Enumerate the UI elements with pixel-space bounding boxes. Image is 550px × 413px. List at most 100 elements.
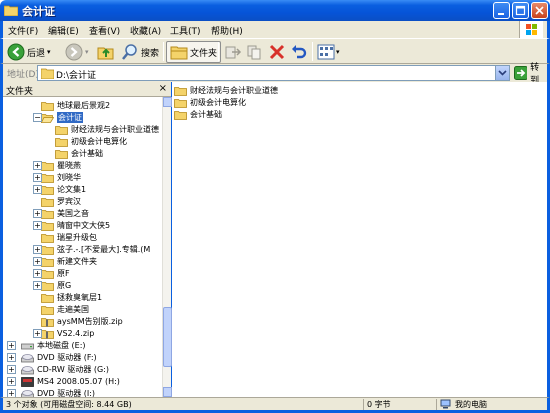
tree-item[interactable]: + VS2.4.zip: [33, 328, 94, 339]
address-label: 地址(D): [7, 70, 39, 80]
expand-icon[interactable]: +: [33, 245, 42, 254]
expand-icon[interactable]: +: [7, 341, 16, 350]
tree-item[interactable]: + CD-RW 驱动器 (G:): [7, 364, 109, 375]
folder-icon: [41, 281, 54, 291]
expand-icon[interactable]: +: [33, 269, 42, 278]
address-dropdown-button[interactable]: [495, 66, 509, 80]
windows-flag-icon: [526, 24, 537, 35]
search-button[interactable]: 搜索: [121, 41, 159, 63]
toolbar-separator: [312, 42, 313, 61]
up-button[interactable]: [97, 41, 115, 63]
folder-tree-pane: 文件夹 × 地球最后景观2 − 会计证 财经法规与会计职业道德 初级会计电算化 会计基础 +…: [3, 82, 172, 397]
tree-item[interactable]: + 新建文件夹: [33, 256, 97, 267]
tree-item-label: 美国之音: [57, 209, 89, 218]
menu-edit[interactable]: 编辑(E): [48, 24, 79, 37]
menu-tools[interactable]: 工具(T): [170, 24, 201, 37]
tree-item[interactable]: 会计基础: [55, 148, 103, 159]
forward-button[interactable]: ▾: [65, 41, 89, 63]
folder-icon: [41, 197, 54, 207]
tree-item[interactable]: 拯救臭氧层1: [41, 292, 102, 303]
folder-tree[interactable]: 地球最后景观2 − 会计证 财经法规与会计职业道德 初级会计电算化 会计基础 + 瞿晓燕 + 刘晓…: [3, 97, 162, 397]
expand-icon[interactable]: +: [7, 353, 16, 362]
file-list-item[interactable]: 初级会计电算化: [174, 97, 246, 108]
tree-item[interactable]: 地球最后景观2: [41, 100, 110, 111]
search-label: 搜索: [141, 48, 160, 59]
expand-icon[interactable]: +: [33, 329, 42, 338]
tree-item[interactable]: aysMM告别版.zip: [41, 316, 123, 327]
expand-icon[interactable]: +: [7, 389, 16, 397]
file-list-pane[interactable]: 财经法规与会计职业道德 初级会计电算化 会计基础: [172, 82, 547, 397]
expand-icon[interactable]: +: [33, 281, 42, 290]
tree-item[interactable]: + 本地磁盘 (E:): [7, 340, 86, 351]
maximize-button[interactable]: [512, 2, 529, 19]
expand-icon[interactable]: +: [33, 185, 42, 194]
folder-icon: [41, 221, 54, 231]
minimize-button[interactable]: [493, 2, 510, 19]
tree-item[interactable]: + 论文集1: [33, 184, 86, 195]
back-dropdown-icon[interactable]: ▾: [47, 48, 51, 56]
menu-favorites[interactable]: 收藏(A): [130, 24, 161, 37]
tree-item-label: 罗宾汉: [57, 197, 81, 206]
title-bar[interactable]: 会计证: [0, 0, 550, 21]
menu-view[interactable]: 查看(V): [89, 24, 120, 37]
scroll-up-arrow[interactable]: [163, 97, 172, 107]
collapse-icon[interactable]: −: [33, 113, 42, 122]
tree-item[interactable]: 罗宾汉: [41, 196, 81, 207]
tree-item-label: 刘晓华: [57, 173, 81, 182]
tree-item[interactable]: 初级会计电算化: [55, 136, 127, 147]
scroll-thumb[interactable]: [163, 307, 172, 367]
folder-icon: [174, 98, 187, 108]
expand-icon[interactable]: +: [7, 365, 16, 374]
tree-item[interactable]: + DVD 驱动器 (F:): [7, 352, 97, 363]
tree-item[interactable]: 走遍美国: [41, 304, 89, 315]
folder-icon: [41, 173, 54, 183]
address-input[interactable]: D:\会计证: [37, 65, 510, 81]
expand-icon[interactable]: +: [33, 221, 42, 230]
move-to-button[interactable]: [224, 41, 242, 63]
tree-item[interactable]: + 刘晓华: [33, 172, 81, 183]
tree-item[interactable]: + 晴窗中文大侠5: [33, 220, 110, 231]
folder-icon: [41, 293, 54, 303]
forward-dropdown-icon[interactable]: ▾: [85, 48, 89, 56]
tree-item[interactable]: 财经法规与会计职业道德: [55, 124, 159, 135]
menu-file[interactable]: 文件(F): [8, 24, 38, 37]
file-list-item[interactable]: 会计基础: [174, 109, 222, 120]
undo-button[interactable]: [290, 41, 308, 63]
tree-item[interactable]: + 原F: [33, 268, 70, 279]
menu-help[interactable]: 帮助(H): [211, 24, 243, 37]
copy-to-button[interactable]: [246, 41, 264, 63]
tree-item[interactable]: + DVD 驱动器 (I:): [7, 388, 96, 397]
folders-button[interactable]: 文件夹: [166, 41, 222, 63]
tree-item[interactable]: + 弦子.-.[不爱最大].专辑.(M: [33, 244, 151, 255]
delete-button[interactable]: [268, 41, 286, 63]
expand-icon[interactable]: +: [33, 209, 42, 218]
close-icon: [535, 6, 544, 15]
go-button[interactable]: 转到: [514, 63, 547, 86]
scroll-down-arrow[interactable]: [163, 387, 172, 397]
expand-icon[interactable]: +: [7, 377, 16, 386]
file-list-item[interactable]: 财经法规与会计职业道德: [174, 85, 278, 96]
undo-icon: [292, 45, 307, 59]
tree-item-label: 新建文件夹: [57, 257, 97, 266]
back-button[interactable]: 后退 ▾: [7, 41, 51, 63]
folder-icon: [41, 305, 54, 315]
tree-item[interactable]: 瑞星升级包: [41, 232, 97, 243]
tree-item[interactable]: + MS4 2008.05.07 (H:): [7, 376, 120, 387]
tree-item[interactable]: + 瞿晓燕: [33, 160, 81, 171]
tree-item-label: 原G: [57, 281, 72, 290]
close-button[interactable]: [531, 2, 548, 19]
expand-icon[interactable]: +: [33, 257, 42, 266]
close-icon[interactable]: ×: [159, 83, 167, 94]
tree-item[interactable]: + 原G: [33, 280, 72, 291]
back-arrow-icon: [7, 43, 25, 61]
views-dropdown-icon[interactable]: ▾: [336, 48, 340, 56]
expand-icon[interactable]: +: [33, 161, 42, 170]
tree-item-label: 弦子.-.[不爱最大].专辑.(M: [57, 245, 151, 254]
tree-scrollbar[interactable]: [162, 97, 172, 397]
expand-icon[interactable]: +: [33, 173, 42, 182]
tree-item-label: DVD 驱动器 (I:): [37, 389, 96, 397]
views-button[interactable]: ▾: [317, 41, 340, 63]
tree-item[interactable]: − 会计证: [33, 112, 83, 123]
tree-item[interactable]: + 美国之音: [33, 208, 89, 219]
maximize-icon: [515, 5, 526, 16]
